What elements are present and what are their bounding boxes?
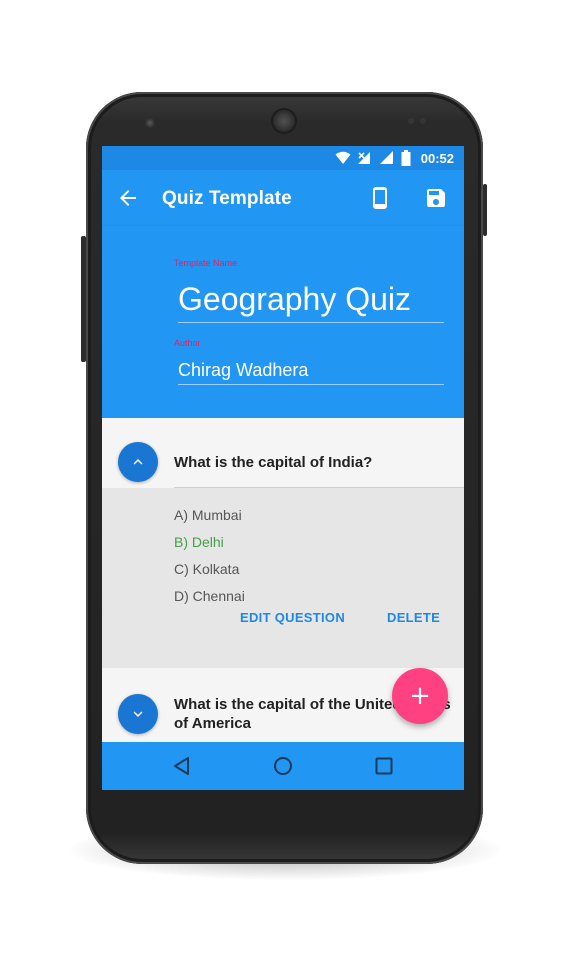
answer-list: A) Mumbai B) Delhi C) Kolkata D) Chennai…	[102, 488, 464, 668]
answer-option: C) Kolkata	[174, 561, 240, 577]
proximity-sensor	[408, 118, 414, 124]
back-arrow-icon[interactable]	[116, 186, 140, 210]
cell-signal-icon	[379, 151, 393, 164]
template-name-label: Template Name	[174, 258, 238, 268]
template-name-field[interactable]: Geography Quiz	[178, 278, 444, 323]
question-card: What is the capital of India? A) Mumbai …	[102, 418, 464, 668]
home-circle-icon[interactable]	[271, 754, 295, 778]
toolbar: Quiz Template	[102, 170, 464, 226]
wifi-icon	[335, 151, 351, 164]
status-time: 00:52	[420, 150, 454, 166]
recents-square-icon[interactable]	[372, 754, 396, 778]
screen: 00:52 Quiz Template Template Name Geogra…	[102, 146, 464, 790]
page-title: Quiz Template	[162, 188, 292, 209]
earpiece-speaker	[273, 110, 295, 132]
author-label: Author	[174, 338, 201, 348]
light-sensor	[420, 118, 426, 124]
edit-question-button[interactable]: EDIT QUESTION	[240, 610, 345, 625]
no-sim-signal-icon	[357, 152, 370, 164]
template-form: Template Name Geography Quiz Author Chir…	[102, 226, 464, 418]
status-bar: 00:52	[102, 146, 464, 170]
back-triangle-icon[interactable]	[170, 754, 194, 778]
chevron-up-icon	[133, 459, 143, 465]
battery-icon	[401, 150, 411, 166]
collapse-button[interactable]	[118, 442, 158, 482]
expand-button[interactable]	[118, 694, 158, 734]
question-header[interactable]: What is the capital of India?	[102, 418, 464, 488]
navigation-bar	[102, 742, 464, 790]
author-field[interactable]: Chirag Wadhera	[178, 358, 444, 385]
add-question-button[interactable]: +	[392, 668, 448, 724]
power-button	[483, 184, 487, 236]
volume-button	[81, 236, 86, 362]
plus-icon: +	[409, 681, 431, 711]
delete-button[interactable]: DELETE	[387, 610, 440, 625]
phone-preview-icon[interactable]	[368, 186, 392, 210]
answer-option: A) Mumbai	[174, 507, 242, 523]
answer-option-correct: B) Delhi	[174, 534, 224, 550]
answer-option: D) Chennai	[174, 588, 245, 604]
front-camera	[145, 118, 155, 128]
chevron-down-icon	[133, 711, 143, 717]
save-icon[interactable]	[424, 186, 448, 210]
question-text: What is the capital of India?	[174, 454, 373, 471]
